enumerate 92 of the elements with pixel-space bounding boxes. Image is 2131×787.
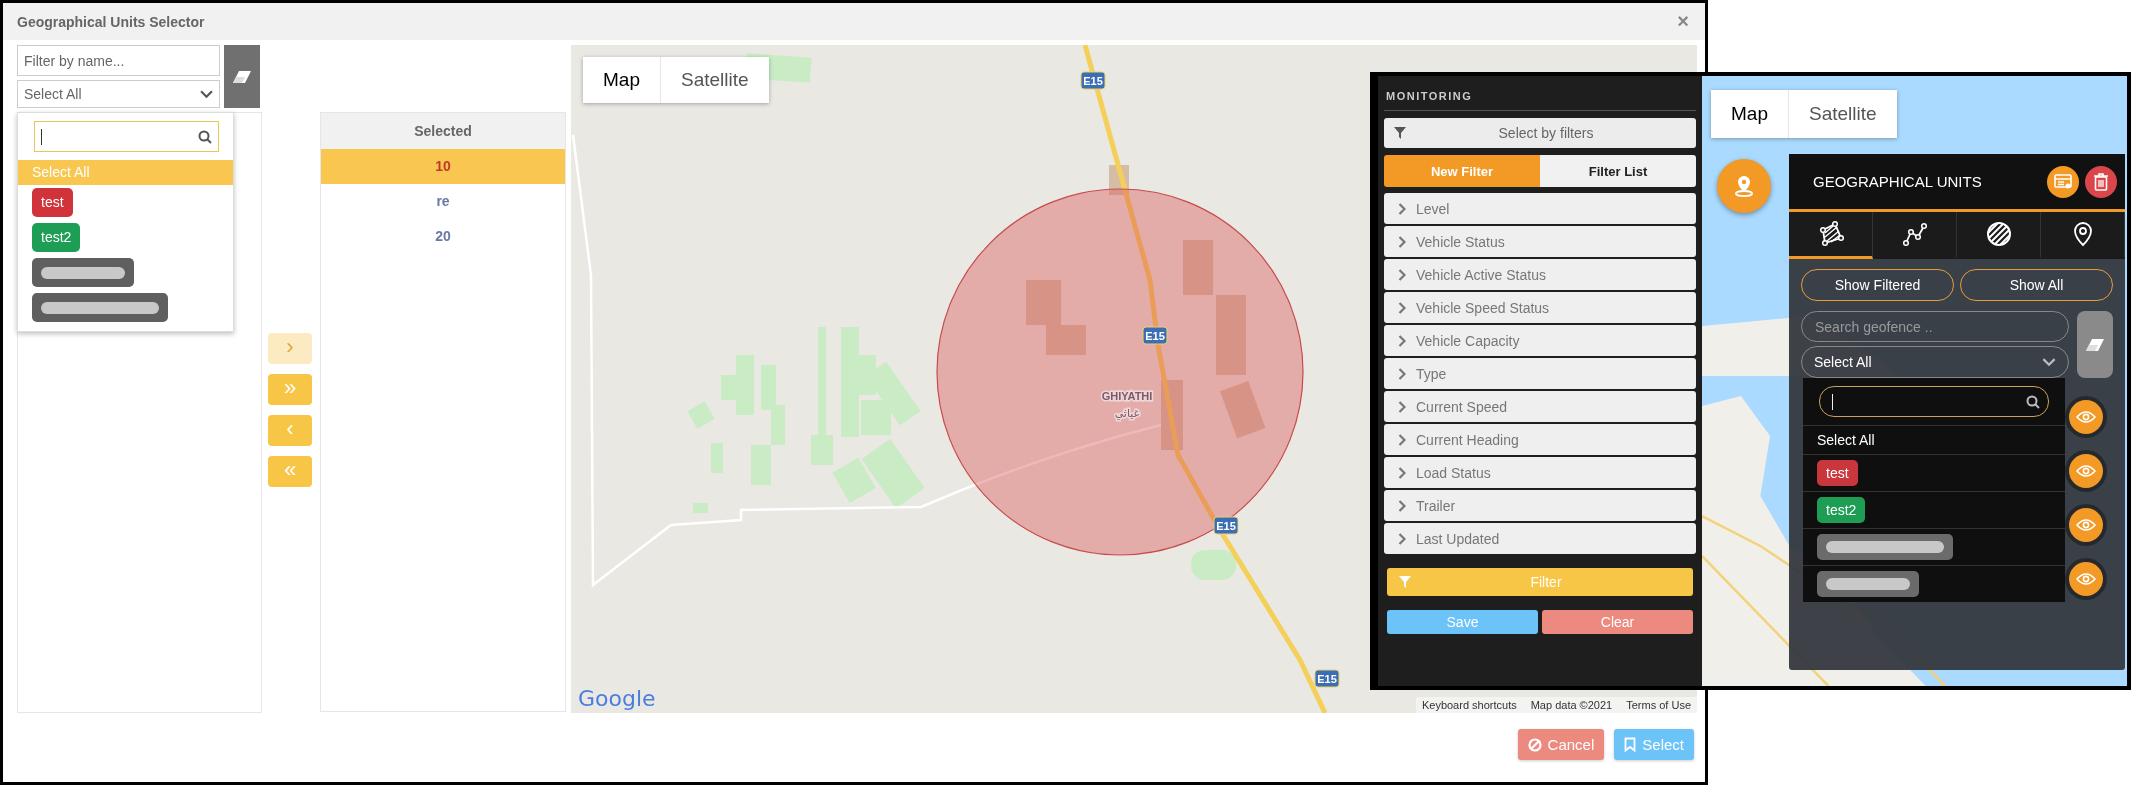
road-shield: E15 bbox=[1314, 669, 1340, 688]
dropdown-search-field[interactable] bbox=[1819, 386, 2049, 417]
attribution-link[interactable]: Terms of Use bbox=[1626, 699, 1691, 711]
map-type-tab[interactable]: Satellite bbox=[659, 57, 769, 103]
eye-icon bbox=[2076, 572, 2096, 586]
filter-tab[interactable]: New Filter bbox=[1384, 155, 1540, 187]
cancel-button[interactable]: Cancel bbox=[1517, 729, 1605, 760]
attribution-link[interactable]: Map data ©2021 bbox=[1530, 699, 1613, 711]
polygon-tab[interactable] bbox=[1789, 212, 1873, 259]
road-shield: E15 bbox=[1213, 516, 1239, 535]
redacted-tag[interactable] bbox=[32, 258, 134, 287]
geofence-search-field[interactable]: Search geofence .. bbox=[1801, 311, 2069, 342]
filter-group-row[interactable]: Vehicle Capacity bbox=[1384, 325, 1696, 356]
visibility-button[interactable] bbox=[2069, 562, 2103, 596]
selected-list-item[interactable]: 20 bbox=[321, 219, 565, 254]
delete-button[interactable] bbox=[2085, 165, 2117, 198]
panel-title: MONITORING bbox=[1384, 76, 1696, 111]
group-tag[interactable]: test bbox=[1817, 460, 1858, 486]
visibility-button[interactable] bbox=[2069, 400, 2103, 434]
redacted-tag[interactable] bbox=[1817, 571, 1919, 597]
filter-group-row[interactable]: Vehicle Status bbox=[1384, 226, 1696, 257]
filter-group-row[interactable]: Vehicle Speed Status bbox=[1384, 292, 1696, 323]
search-icon bbox=[198, 129, 212, 144]
clear-button[interactable]: Clear bbox=[1542, 610, 1693, 634]
group-tag[interactable]: test2 bbox=[32, 223, 81, 252]
group-tag[interactable]: test bbox=[32, 188, 73, 217]
chevron-right-icon bbox=[1398, 367, 1406, 380]
filter-group-row[interactable]: Vehicle Active Status bbox=[1384, 259, 1696, 290]
filter-group-row[interactable]: Trailer bbox=[1384, 490, 1696, 521]
trash-icon bbox=[2093, 172, 2109, 191]
dropdown-search-field[interactable] bbox=[34, 121, 219, 152]
map-type-tab[interactable]: Map bbox=[1711, 90, 1788, 138]
filter-group-row[interactable]: Current Speed bbox=[1384, 391, 1696, 422]
eye-icon bbox=[2076, 410, 2096, 424]
road-shield: E15 bbox=[1080, 71, 1106, 90]
clear-button[interactable] bbox=[224, 45, 260, 108]
selected-list-item[interactable]: re bbox=[321, 184, 565, 219]
filter-group-row[interactable]: Current Heading bbox=[1384, 424, 1696, 455]
save-list-button[interactable] bbox=[2047, 165, 2079, 198]
clear-button[interactable] bbox=[2077, 311, 2113, 378]
ban-icon bbox=[1527, 737, 1542, 752]
chevron-right-icon bbox=[1398, 466, 1406, 479]
filter-tab[interactable]: Filter List bbox=[1540, 155, 1696, 187]
chevron-right-icon bbox=[1398, 400, 1406, 413]
chevron-right-icon bbox=[1398, 268, 1406, 281]
filter-mode-button[interactable]: Select by filters bbox=[1384, 118, 1696, 148]
visibility-button[interactable] bbox=[2069, 508, 2103, 542]
chevron-right-icon bbox=[1398, 202, 1406, 215]
filter-group-row[interactable]: Load Status bbox=[1384, 457, 1696, 488]
eye-icon bbox=[2076, 518, 2096, 532]
chevron-right-icon bbox=[1398, 334, 1406, 347]
close-button[interactable]: × bbox=[1673, 10, 1693, 33]
chevron-right-icon bbox=[1398, 301, 1406, 314]
filter-group-row[interactable]: Level bbox=[1384, 193, 1696, 224]
dialog-title: Geographical Units Selector bbox=[17, 13, 205, 30]
chevron-right-icon bbox=[1398, 235, 1406, 248]
name-filter-field[interactable]: Filter by name... bbox=[17, 45, 220, 76]
chevron-right-icon bbox=[1398, 532, 1406, 545]
map-type-tab[interactable]: Satellite bbox=[1787, 90, 1897, 138]
eraser-icon bbox=[232, 69, 252, 84]
bookmark-icon bbox=[1624, 737, 1637, 752]
panel-title: GEOGRAPHICAL UNITS bbox=[1813, 173, 1983, 190]
hatched-circle-icon bbox=[1984, 220, 2013, 248]
dropdown-option[interactable]: Select All bbox=[1803, 425, 2065, 454]
funnel-icon bbox=[1394, 127, 1406, 139]
map-logo: Google bbox=[578, 686, 656, 711]
redacted-tag[interactable] bbox=[1817, 534, 1953, 560]
eraser-icon bbox=[2085, 337, 2105, 352]
group-tag[interactable]: test2 bbox=[1817, 497, 1866, 523]
filter-group-row[interactable]: Type bbox=[1384, 358, 1696, 389]
map-type-tab[interactable]: Map bbox=[583, 57, 660, 103]
visibility-button[interactable] bbox=[2069, 454, 2103, 488]
eye-icon bbox=[2076, 464, 2096, 478]
chevron-right-icon bbox=[1398, 433, 1406, 446]
caret-icon bbox=[2042, 357, 2056, 367]
road-shield: E15 bbox=[1142, 326, 1168, 345]
place-name: GHIYATHI bbox=[1101, 390, 1153, 402]
polyline-icon bbox=[1900, 220, 1929, 248]
map-pin-icon bbox=[1732, 174, 1756, 198]
group-select[interactable]: Select All bbox=[17, 80, 220, 108]
place-name: غياثي bbox=[1114, 407, 1140, 420]
attribution-link[interactable]: Keyboard shortcuts bbox=[1421, 699, 1517, 711]
filter-group-row[interactable]: Last Updated bbox=[1384, 523, 1696, 554]
funnel-icon bbox=[1399, 576, 1411, 588]
list-icon bbox=[2054, 173, 2072, 190]
selected-list-header: Selected bbox=[321, 113, 565, 149]
search-icon bbox=[2026, 394, 2040, 409]
chevron-right-icon bbox=[1398, 499, 1406, 512]
caret-icon bbox=[200, 89, 213, 99]
map-view[interactable]: Map Satellite GEOGRAPHICAL UNITS Show Filtered Show All Search geofence .. Select All Select All test test2 bbox=[1702, 76, 2127, 686]
selected-list-item[interactable]: 10 bbox=[321, 149, 565, 184]
redacted-tag[interactable] bbox=[32, 293, 168, 322]
